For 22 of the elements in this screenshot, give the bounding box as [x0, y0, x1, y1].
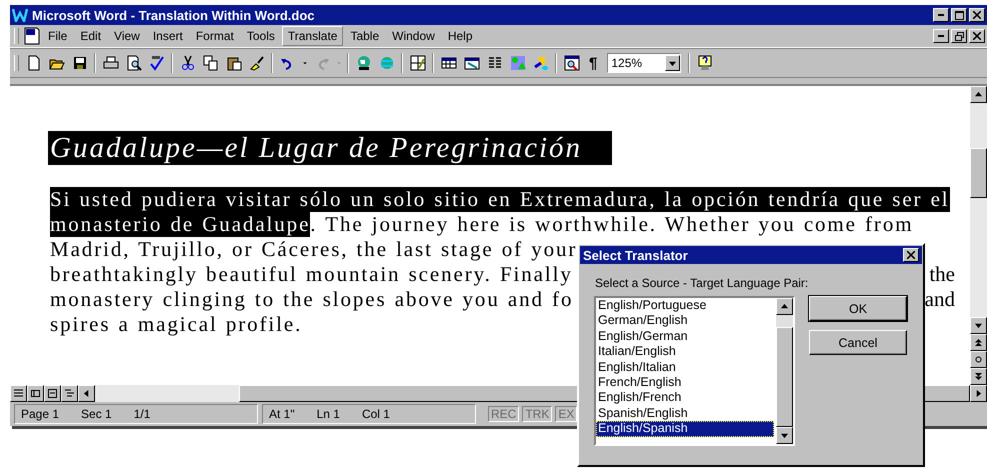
document-text: . The journey here is worthwhile. Whether you come from — [310, 212, 914, 237]
status-indicator: REC — [488, 406, 520, 422]
field-label: Select a Source - Target Language Pair: — [595, 276, 808, 290]
document-text: Si usted pudiera visitar sólo un solo sitio en Extremadura, la opción tendría que ser el — [50, 187, 950, 212]
document-text: breathtakingly beautiful mountain scenery. Finally — [50, 262, 573, 287]
status-text: Page 1 — [21, 407, 60, 421]
status-text: At 1" — [269, 407, 295, 421]
document-text: monastery clinging to the slopes above you and fo — [50, 287, 574, 312]
status-indicator: TRK — [522, 406, 552, 422]
status-text: Ln 1 — [316, 407, 340, 421]
status-text: Sec 1 — [81, 407, 112, 421]
document-text: monasterio de Guadalupe — [50, 212, 310, 237]
status-text: Col 1 — [362, 407, 390, 421]
document-text: Madrid, Trujillo, or Cáceres, the last stage of your — [50, 237, 578, 262]
document-heading: Guadalupe—el Lugar de Peregrinación — [48, 131, 612, 165]
status-text: 1/1 — [134, 407, 150, 421]
document-text: the — [929, 262, 955, 287]
status-indicator: EX — [555, 406, 578, 422]
dialog-title: Select Translator — [583, 248, 689, 262]
document-text: spires a magical profile. — [50, 312, 302, 337]
document-text: and — [924, 287, 955, 312]
window-title: Microsoft Word - Translation Within Word.doc — [32, 8, 316, 22]
